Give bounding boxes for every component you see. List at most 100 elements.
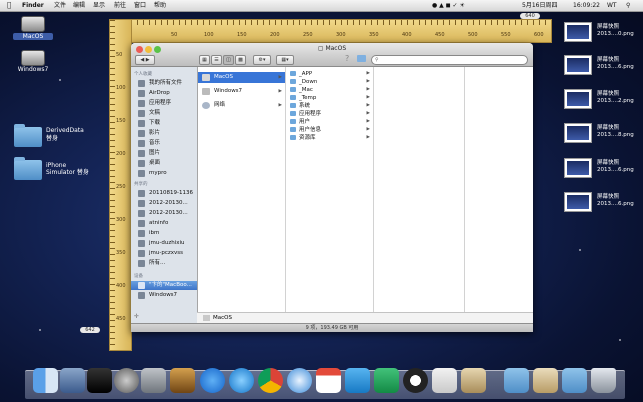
user-label[interactable]: WT (607, 0, 617, 11)
column-volumes: MacOS ▶ Windows7 ▶ 网络 ▶ (198, 67, 286, 323)
vertical-ruler[interactable]: 50 100 150 200 250 300 350 400 450 (109, 19, 132, 351)
column-item-folder[interactable]: 用户 ▶ (286, 118, 373, 126)
finder-window: ▢ MacOS ◀ ▶ ▦ ☰ ◫ ▩ ⚙▾ ▦▾ ? ⚲ 个人收藏 我的所有文… (131, 43, 533, 332)
sidebar-item-pictures[interactable]: 图片 (131, 149, 197, 158)
sidebar-item-music[interactable]: 音乐 (131, 139, 197, 148)
safari-icon[interactable] (287, 368, 312, 393)
hard-drive-icon (202, 88, 210, 95)
title-bar[interactable]: ▢ MacOS ◀ ▶ ▦ ☰ ◫ ▩ ⚙▾ ▦▾ ? ⚲ (131, 43, 533, 67)
column-item-folder[interactable]: 资源库 ▶ (286, 134, 373, 142)
keychain-icon[interactable] (141, 368, 166, 393)
back-forward-button[interactable]: ◀ ▶ (135, 55, 155, 65)
menu-help[interactable]: 帮助 (154, 0, 166, 11)
column-item-folder[interactable]: _Temp ▶ (286, 94, 373, 102)
sidebar-item-shared[interactable]: atninfo (131, 219, 197, 228)
globe-icon (202, 102, 210, 109)
menu-view[interactable]: 显示 (93, 0, 105, 11)
preview-icon[interactable] (461, 368, 486, 393)
app-store-icon[interactable] (200, 368, 225, 393)
iphone-icon[interactable] (87, 368, 112, 393)
sidebar-item-applications[interactable]: 应用程序 (131, 99, 197, 108)
image-thumbnail-icon (564, 158, 592, 178)
textedit-icon[interactable] (432, 368, 457, 393)
column-item-folder[interactable]: 应用程序 ▶ (286, 110, 373, 118)
sidebar-item-airdrop[interactable]: AirDrop (131, 89, 197, 98)
column-item-folder[interactable]: 用户信息 ▶ (286, 126, 373, 134)
computer-icon (138, 240, 145, 247)
column-item-folder[interactable]: _APP ▶ (286, 70, 373, 78)
sidebar-item-downloads[interactable]: 下载 (131, 119, 197, 128)
folder-icon[interactable] (504, 368, 529, 393)
downloads-icon (138, 120, 145, 127)
sidebar-item-shared[interactable]: 2012-20130... (131, 199, 197, 208)
icon-view-button[interactable]: ▦ (199, 55, 210, 65)
excel-icon[interactable] (374, 368, 399, 393)
trash-icon[interactable] (591, 368, 616, 393)
sidebar-item-mypro[interactable]: mypro (131, 169, 197, 178)
arrange-button[interactable]: ▦▾ (276, 55, 294, 65)
desktop-drive-windows7[interactable]: Windows7 (13, 50, 53, 73)
column-item-folder[interactable]: 系统 ▶ (286, 102, 373, 110)
folder-icon (14, 124, 42, 147)
sidebar-item-shared[interactable]: jmu-duzhixiu (131, 239, 197, 248)
documents-folder-icon[interactable] (562, 368, 587, 393)
column-item-folder[interactable]: _Mac ▶ (286, 86, 373, 94)
list-view-button[interactable]: ☰ (211, 55, 222, 65)
folder-icon[interactable] (357, 55, 366, 62)
column-item-folder[interactable]: _Down ▶ (286, 78, 373, 86)
ruler-size-badge: 642 (80, 327, 100, 333)
archive-icon[interactable] (533, 368, 558, 393)
sidebar-item-macbook[interactable]: "卞的"MacBoo... (131, 281, 197, 290)
image-thumbnail-icon (564, 89, 592, 109)
menu-edit[interactable]: 编辑 (73, 0, 85, 11)
itunes-icon[interactable] (229, 368, 254, 393)
column-view-button[interactable]: ◫ (223, 55, 234, 65)
sidebar-item-shared[interactable]: 2012-20130... (131, 209, 197, 218)
coverflow-view-button[interactable]: ▩ (235, 55, 246, 65)
search-icon[interactable]: ⚲ (626, 0, 630, 11)
column-item-macos[interactable]: MacOS ▶ (198, 72, 285, 83)
column-item-network[interactable]: 网络 ▶ (198, 100, 285, 111)
sidebar-item-desktop[interactable]: 桌面 (131, 159, 197, 168)
column-item-windows7[interactable]: Windows7 ▶ (198, 86, 285, 97)
desktop-folder-iphone-simulator[interactable]: iPhone Simulator 替身 (10, 157, 90, 180)
finder-sidebar: 个人收藏 我的所有文件 AirDrop 应用程序 文稿 下载 影片 音乐 图片 … (131, 67, 198, 323)
wps-icon[interactable] (345, 368, 370, 393)
calendar-icon[interactable] (316, 368, 341, 393)
image-thumbnail-icon (564, 22, 592, 42)
hard-drive-icon (138, 292, 145, 299)
hard-drive-icon (21, 16, 45, 32)
folder-icon (138, 170, 145, 177)
launchpad-icon[interactable] (114, 368, 139, 393)
sidebar-item-windows7[interactable]: Windows7 (131, 291, 197, 300)
sidebar-item-all-files[interactable]: 我的所有文件 (131, 79, 197, 88)
sidebar-item-shared[interactable]: ibm (131, 229, 197, 238)
date-label[interactable]: 5月16日周四 (522, 0, 557, 11)
sidebar-item-shared-all[interactable]: 所有... (131, 259, 197, 268)
photo-icon[interactable] (170, 368, 195, 393)
documents-icon (138, 110, 145, 117)
desktop-drive-macos[interactable]: MacOS (13, 16, 53, 40)
sidebar-item-shared[interactable]: jmu-pczxvss (131, 249, 197, 258)
time-label[interactable]: 16:09:22 (573, 0, 600, 11)
menu-window[interactable]: 窗口 (134, 0, 146, 11)
qq-icon[interactable] (403, 368, 428, 393)
apple-icon[interactable]:  (7, 0, 11, 11)
desktop-folder-deriveddata[interactable]: DerivedData 替身 (10, 124, 84, 147)
chevron-right-icon: ▶ (278, 103, 282, 108)
search-field[interactable]: ⚲ (371, 55, 528, 65)
menu-app-finder[interactable]: Finder (22, 0, 44, 11)
finder-icon[interactable] (33, 368, 58, 393)
menu-go[interactable]: 前往 (114, 0, 126, 11)
menu-file[interactable]: 文件 (54, 0, 66, 11)
horizontal-ruler[interactable]: 50 100 150 200 250 300 350 400 450 500 5… (130, 19, 552, 43)
sidebar-item-shared[interactable]: 20110819-1136 (131, 189, 197, 198)
sidebar-item-movies[interactable]: 影片 (131, 129, 197, 138)
action-gear-icon[interactable]: ⚙▾ (253, 55, 271, 65)
xcode-icon[interactable] (60, 368, 85, 393)
help-icon[interactable]: ? (345, 54, 349, 63)
status-icons[interactable]: ● ▲ ◼ ✓ ☀ (432, 0, 465, 11)
chrome-icon[interactable] (258, 368, 283, 393)
sidebar-item-documents[interactable]: 文稿 (131, 109, 197, 118)
resize-handle-icon[interactable]: ✛ (134, 313, 139, 320)
